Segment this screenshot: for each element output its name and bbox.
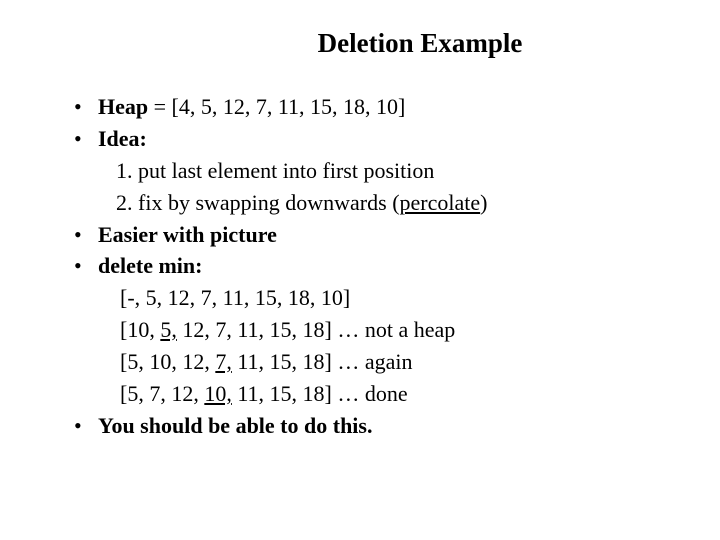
dm-line-4u: 10, <box>204 381 232 406</box>
dm-line-4b: 11, 15, 18] … done <box>232 381 408 406</box>
delete-min-label: delete min: <box>98 253 202 278</box>
heap-label: Heap <box>98 94 148 119</box>
idea-step-1: 1. put last element into first position <box>98 155 670 187</box>
bullet-delete-min: delete min: [-, 5, 12, 7, 11, 15, 18, 10… <box>70 250 670 409</box>
heap-value: = [4, 5, 12, 7, 11, 15, 18, 10] <box>148 94 405 119</box>
dm-line-1: [-, 5, 12, 7, 11, 15, 18, 10] <box>98 282 670 314</box>
dm-line-3a: [5, 10, 12, <box>120 349 215 374</box>
dm-line-3u: 7, <box>215 349 232 374</box>
bullet-idea: Idea: 1. put last element into first pos… <box>70 123 670 219</box>
closing-text: You should be able to do this. <box>98 413 372 438</box>
idea-step-2-post: ) <box>480 190 487 215</box>
dm-line-4: [5, 7, 12, 10, 11, 15, 18] … done <box>98 378 670 410</box>
dm-line-2u: 5, <box>160 317 177 342</box>
dm-line-2a: [10, <box>120 317 160 342</box>
slide: Deletion Example Heap = [4, 5, 12, 7, 11… <box>0 0 720 540</box>
easier-text: Easier with picture <box>98 222 277 247</box>
dm-line-2b: 12, 7, 11, 15, 18] … not a heap <box>177 317 455 342</box>
bullet-easier: Easier with picture <box>70 219 670 251</box>
dm-line-3b: 11, 15, 18] … again <box>232 349 413 374</box>
dm-line-3: [5, 10, 12, 7, 11, 15, 18] … again <box>98 346 670 378</box>
idea-step-2: 2. fix by swapping downwards (percolate) <box>98 187 670 219</box>
bullet-closing: You should be able to do this. <box>70 410 670 442</box>
slide-title: Deletion Example <box>70 28 670 59</box>
dm-line-4a: [5, 7, 12, <box>120 381 204 406</box>
idea-label: Idea: <box>98 126 147 151</box>
bullet-heap: Heap = [4, 5, 12, 7, 11, 15, 18, 10] <box>70 91 670 123</box>
idea-step-2-underlined: percolate <box>400 190 481 215</box>
dm-line-2: [10, 5, 12, 7, 11, 15, 18] … not a heap <box>98 314 670 346</box>
bullet-list: Heap = [4, 5, 12, 7, 11, 15, 18, 10] Ide… <box>70 91 670 442</box>
idea-step-2-pre: 2. fix by swapping downwards ( <box>116 190 400 215</box>
